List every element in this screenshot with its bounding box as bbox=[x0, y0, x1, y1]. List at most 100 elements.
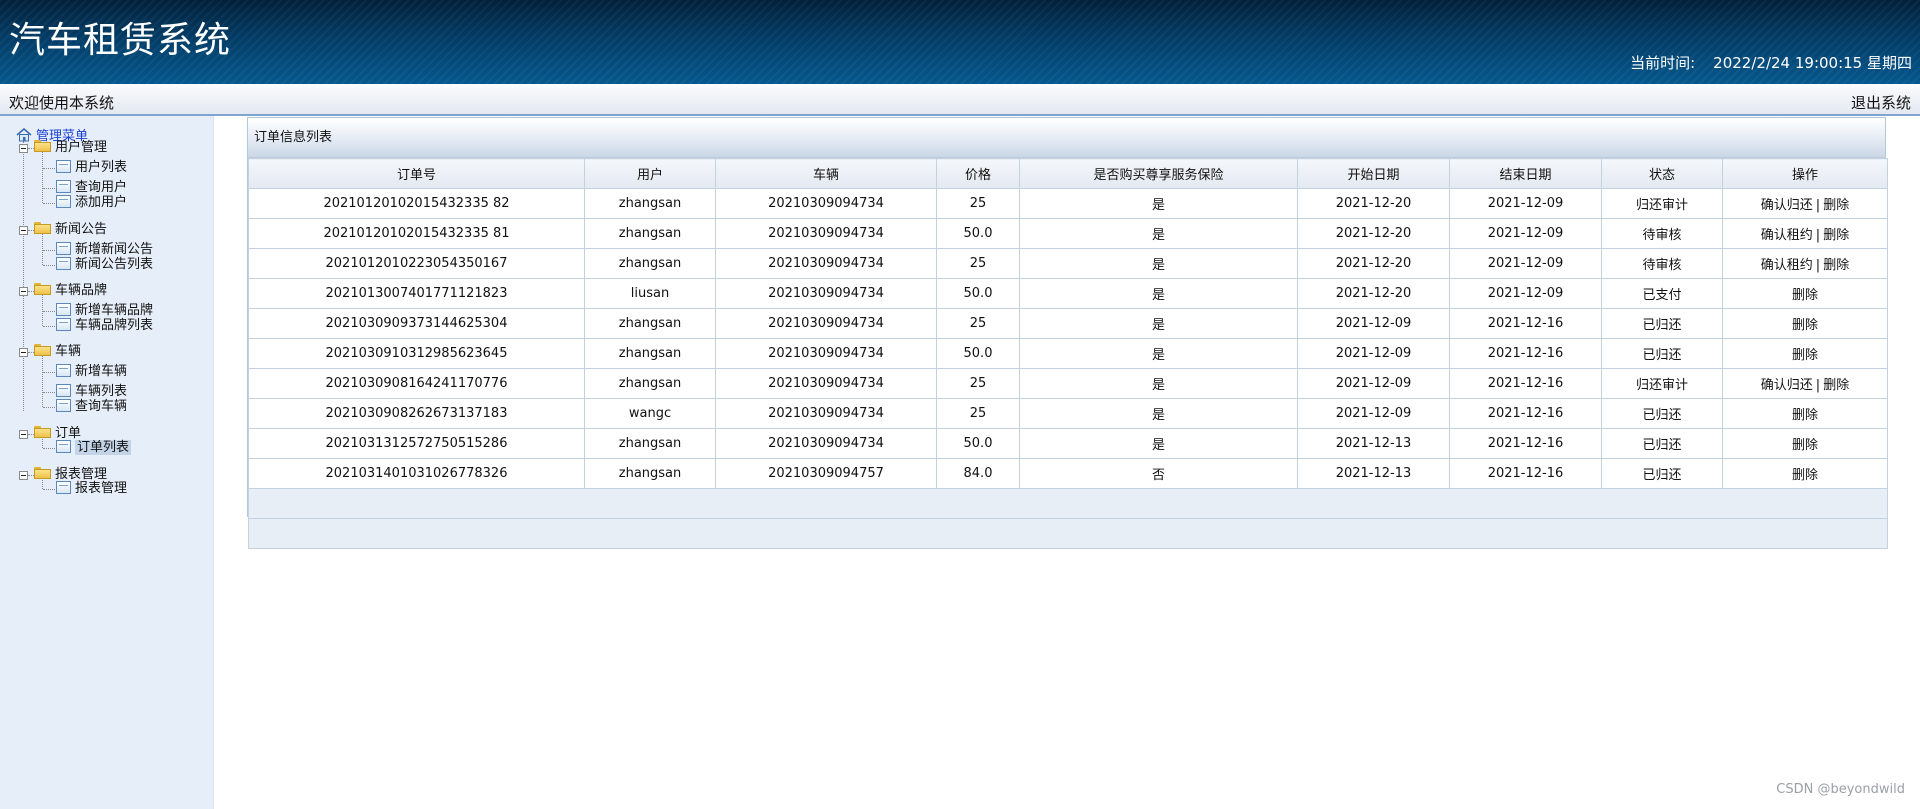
order-number-cell: 2021031312572750515286 bbox=[248, 428, 585, 459]
actions-cell: 确认租约 | 删除 bbox=[1722, 218, 1888, 249]
collapse-icon[interactable] bbox=[19, 471, 28, 480]
car-cell: 20210309094734 bbox=[715, 278, 937, 309]
page-icon bbox=[56, 440, 71, 453]
delete-link[interactable]: 删除 bbox=[1792, 408, 1818, 423]
order-number-cell: 2021031401031026778326 bbox=[248, 458, 585, 489]
collapse-icon[interactable] bbox=[19, 430, 28, 439]
order-number-cell: 20210120102015432335 82 bbox=[248, 188, 585, 219]
table-header-row: 订单号 用户 车辆 价格 是否购买尊享服务保险 开始日期 结束日期 状态 操作 bbox=[248, 158, 1888, 189]
panel-title: 订单信息列表 bbox=[248, 118, 1885, 158]
delete-link[interactable]: 删除 bbox=[1823, 228, 1849, 243]
status-cell: 待审核 bbox=[1601, 248, 1723, 279]
menu-item-label: 新增新闻公告 bbox=[75, 242, 154, 257]
order-number-cell: 20210120102015432335 81 bbox=[248, 218, 585, 249]
welcome-text: 欢迎使用本系统 bbox=[9, 94, 115, 112]
delete-link[interactable]: 删除 bbox=[1823, 198, 1849, 213]
page-icon bbox=[56, 195, 71, 208]
delete-link[interactable]: 删除 bbox=[1823, 378, 1849, 393]
empty-row bbox=[248, 518, 1888, 549]
action-separator: | bbox=[1815, 378, 1821, 393]
menu-item-query-car[interactable]: 查询车辆 bbox=[56, 398, 127, 416]
action-separator: | bbox=[1815, 258, 1821, 273]
end-date-cell: 2021-12-09 bbox=[1449, 188, 1602, 219]
menu-group-car-brand[interactable]: 车辆品牌 bbox=[34, 282, 107, 300]
delete-link[interactable]: 删除 bbox=[1792, 468, 1818, 483]
folder-icon bbox=[34, 140, 51, 152]
delete-link[interactable]: 删除 bbox=[1792, 438, 1818, 453]
order-number-cell: 2021030909373144625304 bbox=[248, 308, 585, 339]
end-date-cell: 2021-12-09 bbox=[1449, 278, 1602, 309]
confirm-return-link[interactable]: 确认归还 bbox=[1761, 378, 1813, 393]
page-icon bbox=[56, 481, 71, 494]
insurance-cell: 是 bbox=[1019, 428, 1298, 459]
delete-link[interactable]: 删除 bbox=[1792, 318, 1818, 333]
user-cell: zhangsan bbox=[584, 248, 716, 279]
car-cell: 20210309094734 bbox=[715, 368, 937, 399]
action-separator: | bbox=[1815, 198, 1821, 213]
menu-item-brand-list[interactable]: 车辆品牌列表 bbox=[56, 317, 153, 335]
logout-link[interactable]: 退出系统 bbox=[1851, 92, 1911, 113]
menu-item-label: 添加用户 bbox=[75, 195, 128, 210]
menu-item-label: 新增车辆品牌 bbox=[75, 303, 154, 318]
menu-item-add-user[interactable]: 添加用户 bbox=[56, 194, 127, 212]
price-cell: 50.0 bbox=[936, 338, 1020, 369]
user-cell: zhangsan bbox=[584, 458, 716, 489]
page-icon bbox=[56, 180, 71, 193]
column-header: 订单号 bbox=[248, 158, 585, 189]
menu-group-user-management[interactable]: 用户管理 bbox=[34, 139, 107, 157]
collapse-icon[interactable] bbox=[19, 348, 28, 357]
menu-item-order-list[interactable]: 订单列表 bbox=[56, 439, 132, 457]
price-cell: 50.0 bbox=[936, 218, 1020, 249]
empty-cell bbox=[248, 518, 1888, 549]
end-date-cell: 2021-12-16 bbox=[1449, 428, 1602, 459]
price-cell: 25 bbox=[936, 188, 1020, 219]
menu-item-user-list[interactable]: 用户列表 bbox=[56, 159, 127, 177]
start-date-cell: 2021-12-13 bbox=[1297, 428, 1450, 459]
collapse-icon[interactable] bbox=[19, 287, 28, 296]
watermark: CSDN @beyondwild bbox=[1776, 782, 1905, 797]
menu-item-report-management[interactable]: 报表管理 bbox=[56, 480, 127, 498]
order-number-cell: 2021030908262673137183 bbox=[248, 398, 585, 429]
price-cell: 25 bbox=[936, 248, 1020, 279]
delete-link[interactable]: 删除 bbox=[1792, 348, 1818, 363]
price-cell: 25 bbox=[936, 308, 1020, 339]
menu-item-label: 查询用户 bbox=[75, 180, 128, 195]
confirm-lease-link[interactable]: 确认租约 bbox=[1761, 258, 1813, 273]
action-separator: | bbox=[1815, 228, 1821, 243]
app-title: 汽车租赁系统 bbox=[9, 20, 232, 61]
current-time-label: 当前时间: bbox=[1630, 54, 1696, 72]
user-cell: wangc bbox=[584, 398, 716, 429]
car-cell: 20210309094734 bbox=[715, 188, 937, 219]
car-cell: 20210309094734 bbox=[715, 398, 937, 429]
status-cell: 已归还 bbox=[1601, 398, 1723, 429]
folder-icon bbox=[34, 426, 51, 438]
user-cell: liusan bbox=[584, 278, 716, 309]
collapse-icon[interactable] bbox=[19, 226, 28, 235]
confirm-lease-link[interactable]: 确认租约 bbox=[1761, 228, 1813, 243]
page-icon bbox=[56, 399, 71, 412]
delete-link[interactable]: 删除 bbox=[1823, 258, 1849, 273]
tree-line bbox=[43, 265, 55, 266]
start-date-cell: 2021-12-09 bbox=[1297, 368, 1450, 399]
page-icon bbox=[56, 364, 71, 377]
start-date-cell: 2021-12-09 bbox=[1297, 338, 1450, 369]
start-date-cell: 2021-12-20 bbox=[1297, 248, 1450, 279]
menu-item-news-list[interactable]: 新闻公告列表 bbox=[56, 256, 153, 274]
collapse-icon[interactable] bbox=[19, 144, 28, 153]
order-number-cell: 2021030908164241170776 bbox=[248, 368, 585, 399]
column-header: 状态 bbox=[1601, 158, 1723, 189]
menu-item-add-car[interactable]: 新增车辆 bbox=[56, 363, 127, 381]
actions-cell: 删除 bbox=[1722, 398, 1888, 429]
menu-group-news[interactable]: 新闻公告 bbox=[34, 221, 107, 239]
delete-link[interactable]: 删除 bbox=[1792, 288, 1818, 303]
table-row: 2021030909373144625304 zhangsan 2021030909… bbox=[248, 308, 1888, 339]
insurance-cell: 是 bbox=[1019, 278, 1298, 309]
status-cell: 已归还 bbox=[1601, 428, 1723, 459]
menu-group-car[interactable]: 车辆 bbox=[34, 343, 81, 361]
actions-cell: 删除 bbox=[1722, 278, 1888, 309]
car-cell: 20210309094757 bbox=[715, 458, 937, 489]
current-time-value: 2022/2/24 19:00:15 星期四 bbox=[1713, 54, 1912, 72]
confirm-return-link[interactable]: 确认归还 bbox=[1761, 198, 1813, 213]
status-cell: 已归还 bbox=[1601, 458, 1723, 489]
table-row: 20210120102015432335 81 zhangsan 202103090… bbox=[248, 218, 1888, 249]
